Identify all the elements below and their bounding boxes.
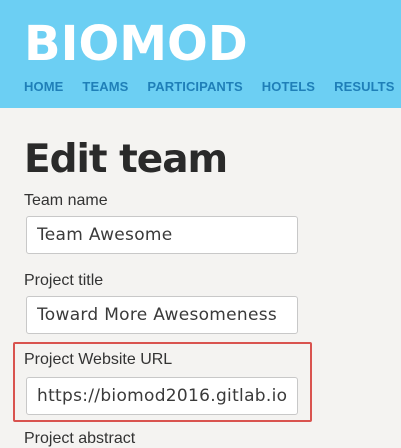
project-title-input[interactable] <box>26 296 298 334</box>
project-website-url-label: Project Website URL <box>24 351 173 368</box>
project-website-url-input[interactable] <box>26 377 298 415</box>
nav-results[interactable]: RESULTS <box>334 79 394 94</box>
team-name-label: Team name <box>24 192 108 209</box>
project-abstract-label: Project abstract <box>24 430 136 447</box>
nav-participants[interactable]: PARTICIPANTS <box>147 79 242 94</box>
project-title-label: Project title <box>24 272 104 289</box>
nav-hotels[interactable]: HOTELS <box>262 79 315 94</box>
biomod-logo[interactable]: BIOMOD <box>24 20 248 68</box>
site-header: BIOMOD HOME TEAMS PARTICIPANTS HOTELS RE… <box>0 0 401 108</box>
logo-text: BIOMOD <box>24 16 248 72</box>
main-nav: HOME TEAMS PARTICIPANTS HOTELS RESULTS <box>24 79 394 94</box>
page-title: Edit team <box>24 137 228 182</box>
nav-home[interactable]: HOME <box>24 79 63 94</box>
team-name-input[interactable] <box>26 216 298 254</box>
nav-teams[interactable]: TEAMS <box>82 79 128 94</box>
